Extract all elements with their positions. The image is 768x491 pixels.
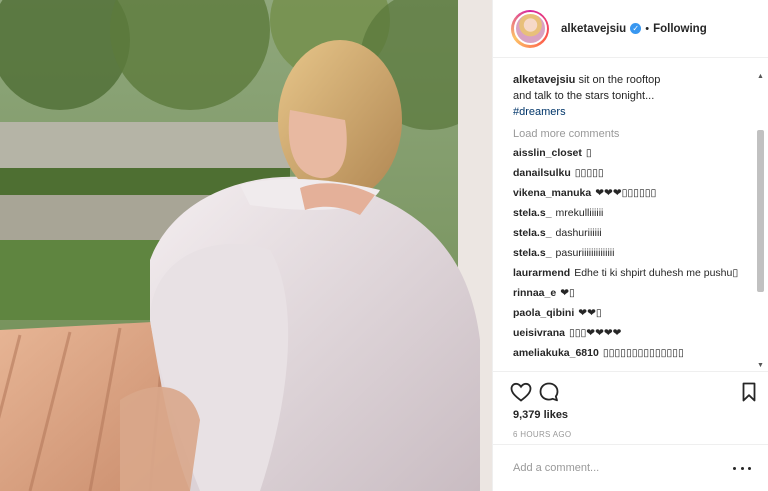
comment-text: ▯ [585,147,592,159]
comment-username[interactable]: stela.s_ [513,207,552,219]
post-header: alketavejsiu ✓ • Following [493,0,768,58]
comment-username[interactable]: aisslin_closet [513,147,582,159]
speech-bubble-icon[interactable] [537,380,561,404]
comment-item: ameliakuka_6810 ▯▯▯▯▯▯▯▯▯▯▯▯▯▯ [513,346,749,360]
comment-text: ❤❤▯ [578,307,602,319]
comment-text: ▯▯▯▯▯▯▯▯▯▯▯▯▯▯ [602,347,684,359]
instagram-post: alketavejsiu ✓ • Following alketavejsiu … [0,0,768,491]
post-caption: alketavejsiu sit on the rooftop and talk… [513,72,673,120]
heart-outline-icon[interactable] [509,380,533,404]
more-dot [748,466,751,470]
comment-text: ❤▯ [560,287,575,299]
comment-item: stela.s_ mrekulliiiiii [513,206,749,220]
more-dot [733,466,736,470]
caption-username[interactable]: alketavejsiu [513,74,575,86]
profile-avatar-image [513,12,547,45]
comment-username[interactable]: ueisivrana [513,327,565,339]
comment-username[interactable]: rinnaa_e [513,287,556,299]
post-photo[interactable] [0,0,492,491]
comment-username[interactable]: laurarmend [513,267,570,279]
action-bar [509,380,756,404]
comment-item: rinnaa_e ❤▯ [513,286,749,300]
bookmark-icon[interactable] [737,380,761,404]
comment-list: alketavejsiu sit on the rooftop and talk… [493,59,768,360]
comment-item: laurarmend Edhe ti ki shpirt duhesh me pu… [513,266,743,280]
comment-item: paola_qibini ❤❤▯ [513,306,749,320]
comment-text: ▯▯▯❤❤❤❤ [568,327,622,339]
comment-username[interactable]: vikena_manuka [513,187,591,199]
comment-text: ❤❤❤▯▯▯▯▯▯ [595,187,657,199]
comment-text: ▯▯▯▯▯ [574,167,604,179]
caption-text-line1: sit on the rooftop [578,74,661,86]
comment-username[interactable]: ameliakuka_6810 [513,347,599,359]
avatar[interactable] [511,9,549,48]
likes-count[interactable]: 9,379 likes [513,409,568,421]
more-options-icon[interactable] [733,462,751,474]
comment-username[interactable]: danailsulku [513,167,571,179]
comment-item: aisslin_closet ▯ [513,146,749,160]
verified-badge-icon: ✓ [630,23,642,34]
comments-scrollbar[interactable]: ▲ ▼ [756,72,765,370]
post-side-panel: alketavejsiu ✓ • Following alketavejsiu … [492,0,768,491]
comments-section[interactable]: alketavejsiu sit on the rooftop and talk… [493,59,768,370]
comment-text: dashuriiiiii [555,227,602,239]
photo-illustration [0,0,492,491]
comment-username[interactable]: stela.s_ [513,247,552,259]
post-timestamp: 6 HOURS AGO [513,430,572,439]
header-separator: • [645,22,650,35]
comment-text: Edhe ti ki shpirt duhesh me pushu▯ [574,267,739,279]
load-more-comments-button[interactable]: Load more comments [513,128,749,140]
caption-text-line2: and talk to the stars tonight... [513,90,655,102]
comment-item: stela.s_ dashuriiiiii [513,226,749,240]
add-comment-bar [493,444,768,491]
more-dot [740,466,744,470]
comment-username[interactable]: stela.s_ [513,227,552,239]
comment-item: ueisivrana ▯▯▯❤❤❤❤ [513,326,749,340]
add-comment-input[interactable] [513,462,733,474]
comment-text: pasuriiiiiiiiiiiiii [555,247,615,259]
scroll-down-arrow-icon[interactable]: ▼ [756,361,765,370]
comment-text: mrekulliiiiii [555,207,604,219]
scroll-up-arrow-icon[interactable]: ▲ [756,72,765,81]
caption-hashtag[interactable]: #dreamers [513,104,673,120]
comment-item: stela.s_ pasuriiiiiiiiiiiiii [513,246,749,260]
comment-item: vikena_manuka ❤❤❤▯▯▯▯▯▯ [513,186,749,200]
comment-username[interactable]: paola_qibini [513,307,574,319]
comment-item: danailsulku ▯▯▯▯▯ [513,166,749,180]
scrollbar-thumb[interactable] [757,130,764,292]
following-button[interactable]: Following [653,23,707,35]
header-username[interactable]: alketavejsiu [561,23,626,35]
